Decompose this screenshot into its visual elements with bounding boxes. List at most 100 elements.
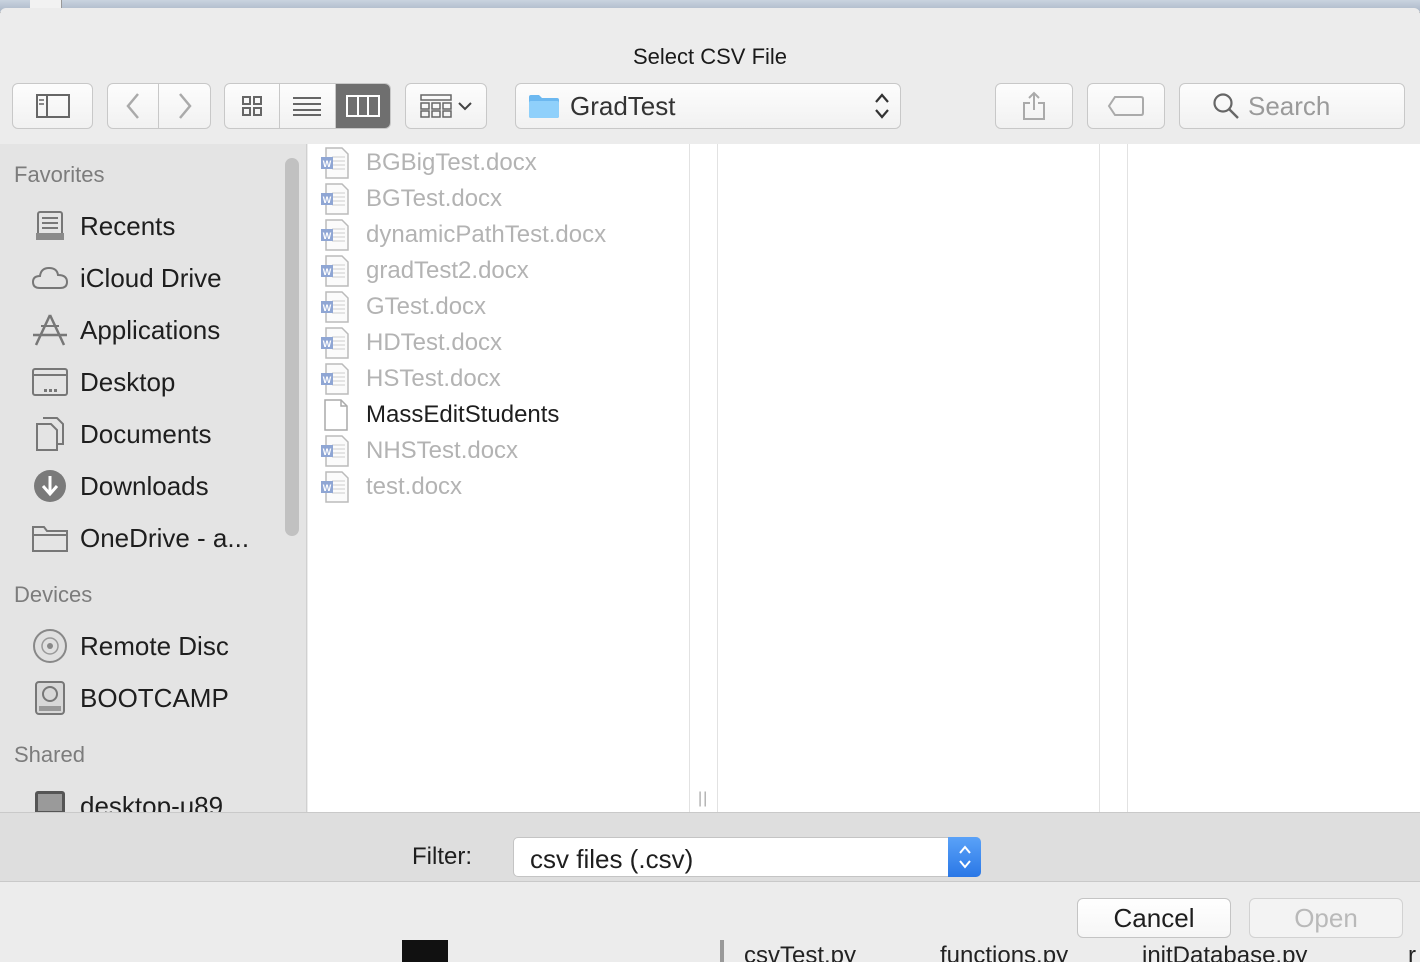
open-file-dialog: Select CSV File GradTest Search Favorite…	[0, 8, 1420, 940]
list-view-button[interactable]	[280, 84, 336, 128]
file-name: gradTest2.docx	[366, 257, 529, 284]
arrange-icon	[420, 94, 452, 118]
background-window-tabbar: csvTest.py functions.py initDatabase.py …	[0, 940, 1420, 962]
disc-icon	[30, 626, 70, 666]
search-placeholder: Search	[1248, 90, 1331, 121]
word-document-icon: W	[321, 219, 349, 251]
file-item[interactable]: W HDTest.docx	[320, 325, 502, 361]
file-name: GTest.docx	[366, 293, 487, 320]
svg-text:W: W	[323, 375, 332, 385]
sidebar-item-documents[interactable]: Documents	[30, 412, 280, 456]
word-document-icon: W	[321, 291, 349, 323]
navigation-buttons	[107, 83, 211, 129]
sidebar-item-label: Downloads	[80, 470, 209, 501]
svg-text:W: W	[323, 447, 332, 457]
recents-icon	[30, 206, 70, 246]
svg-text:W: W	[323, 231, 332, 241]
file-name: MassEditStudents	[366, 401, 560, 428]
sidebar: Favorites Recents iCloud Drive Applicati…	[0, 144, 307, 812]
sidebar-item-shared-computer[interactable]: desktop-u89...	[30, 784, 280, 812]
word-document-icon: W	[321, 147, 349, 179]
column-resize-gutter	[1100, 144, 1128, 812]
sidebar-item-onedrive[interactable]: OneDrive - a...	[30, 516, 280, 560]
word-document-icon: W	[321, 363, 349, 395]
file-name: NHSTest.docx	[366, 437, 519, 464]
file-item-csv[interactable]: MassEditStudents	[320, 397, 559, 433]
file-name: BGBigTest.docx	[366, 149, 537, 176]
sidebar-item-bootcamp[interactable]: BOOTCAMP	[30, 676, 280, 720]
file-item[interactable]: W BGBigTest.docx	[320, 145, 537, 181]
sidebar-item-label: Remote Disc	[80, 630, 229, 661]
filter-select-arrows[interactable]	[948, 837, 981, 877]
view-mode-control	[224, 83, 391, 129]
background-tab[interactable]: initDatabase.py	[1142, 942, 1307, 962]
computer-icon	[30, 786, 70, 812]
sidebar-scrollbar[interactable]	[285, 158, 299, 536]
dialog-footer: Cancel Open	[0, 882, 1420, 940]
downloads-icon	[30, 466, 70, 506]
background-tab[interactable]: functions.py	[940, 942, 1068, 962]
open-button[interactable]: Open	[1249, 898, 1403, 938]
filter-label: Filter:	[412, 843, 472, 870]
sidebar-item-downloads[interactable]: Downloads	[30, 464, 280, 508]
list-view-icon	[293, 97, 322, 116]
arrange-button[interactable]	[405, 83, 487, 129]
folder-icon	[529, 95, 559, 118]
svg-text:W: W	[323, 483, 332, 493]
sidebar-item-desktop[interactable]: Desktop	[30, 360, 280, 404]
file-item[interactable]: W NHSTest.docx	[320, 433, 518, 469]
tag-icon	[1107, 96, 1144, 116]
forward-button[interactable]	[159, 84, 210, 128]
dialog-title: Select CSV File	[632, 44, 788, 69]
desktop-icon	[30, 362, 70, 402]
column-resize-gutter	[690, 144, 718, 812]
file-item[interactable]: W gradTest2.docx	[320, 253, 529, 289]
documents-icon	[30, 414, 70, 454]
file-item[interactable]: W dynamicPathTest.docx	[320, 217, 606, 253]
tag-button[interactable]	[1087, 83, 1165, 129]
sidebar-item-label: OneDrive - a...	[80, 522, 250, 553]
column-view-icon	[345, 95, 380, 117]
sidebar-heading-shared: Shared	[14, 742, 85, 767]
sidebar-item-label: desktop-u89...	[80, 790, 245, 813]
background-window-dark-block	[402, 940, 448, 962]
sidebar-item-label: Applications	[80, 314, 221, 345]
sidebar-item-applications[interactable]: Applications	[30, 308, 280, 352]
up-down-arrows-icon	[958, 845, 971, 869]
up-down-arrows-icon	[875, 93, 889, 119]
sidebar-item-label: BOOTCAMP	[80, 682, 229, 713]
sidebar-item-remote-disc[interactable]: Remote Disc	[30, 624, 280, 668]
icon-view-button[interactable]	[225, 84, 281, 128]
sidebar-item-icloud-drive[interactable]: iCloud Drive	[30, 256, 280, 300]
share-icon	[1023, 91, 1045, 120]
filter-select[interactable]: csv files (.csv)	[513, 837, 981, 877]
location-label: GradTest	[570, 90, 676, 121]
background-tab[interactable]: csvTest.py	[744, 942, 856, 962]
column-resize-handle[interactable]: ||	[698, 790, 708, 808]
background-tab[interactable]: r	[1408, 942, 1416, 962]
sidebar-item-label: Desktop	[80, 366, 176, 397]
empty-column	[1128, 144, 1420, 812]
location-popup[interactable]: GradTest	[515, 83, 901, 129]
file-name: HDTest.docx	[366, 329, 503, 356]
file-item[interactable]: W test.docx	[320, 469, 462, 505]
sidebar-item-recents[interactable]: Recents	[30, 204, 280, 248]
file-name: dynamicPathTest.docx	[366, 221, 607, 248]
sidebar-item-label: Recents	[80, 210, 176, 241]
file-item[interactable]: W HSTest.docx	[320, 361, 501, 397]
svg-text:W: W	[323, 159, 332, 169]
file-item[interactable]: W BGTest.docx	[320, 181, 502, 217]
svg-text:W: W	[323, 303, 332, 313]
file-item[interactable]: W GTest.docx	[320, 289, 486, 325]
sidebar-toggle-button[interactable]	[12, 83, 93, 129]
share-button[interactable]	[995, 83, 1073, 129]
word-document-icon: W	[321, 327, 349, 359]
search-field[interactable]: Search	[1179, 83, 1405, 129]
back-button[interactable]	[108, 84, 160, 128]
column-view-button[interactable]	[335, 84, 390, 128]
word-document-icon: W	[321, 471, 349, 503]
applications-icon	[30, 310, 70, 350]
empty-column	[718, 144, 1100, 812]
cancel-button[interactable]: Cancel	[1077, 898, 1231, 938]
drive-icon	[30, 678, 70, 718]
